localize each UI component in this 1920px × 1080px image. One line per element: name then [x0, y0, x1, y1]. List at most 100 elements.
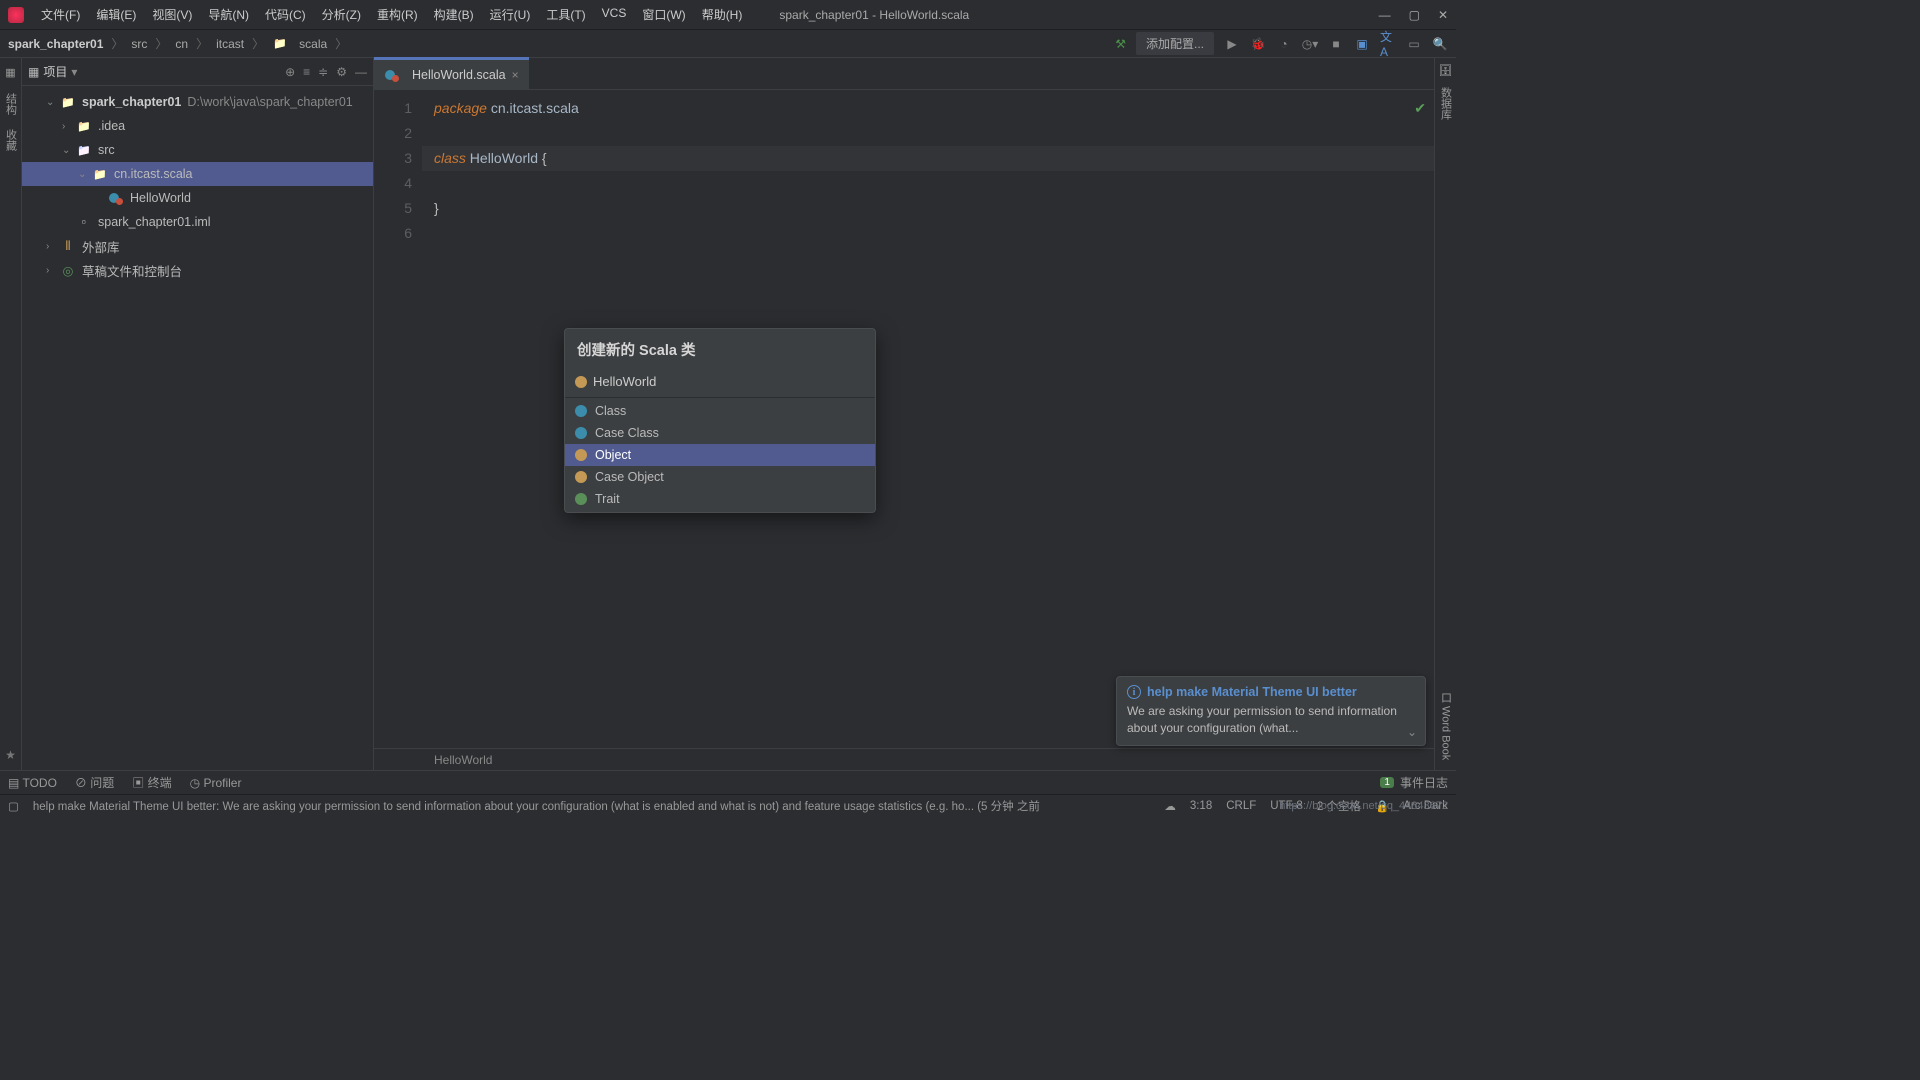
tree-file-helloworld[interactable]: HelloWorld	[22, 186, 373, 210]
hide-icon[interactable]: —	[355, 65, 367, 79]
object-icon	[575, 471, 587, 483]
chevron-right-icon[interactable]: ›	[46, 265, 58, 276]
menu-help[interactable]: 帮助(H)	[695, 2, 750, 27]
tree-item-label: 草稿文件和控制台	[82, 261, 182, 280]
tab-helloworld[interactable]: HelloWorld.scala ×	[374, 57, 529, 89]
class-name-input[interactable]	[593, 374, 865, 389]
crumb-src[interactable]: src	[131, 37, 147, 51]
layout-icon[interactable]: ▭	[1406, 36, 1422, 52]
tab-close-icon[interactable]: ×	[512, 68, 519, 82]
crumb-cn[interactable]: cn	[175, 37, 188, 51]
profile-icon[interactable]: ◷▾	[1302, 36, 1318, 52]
tree-external-libs[interactable]: › ⦀ 外部库	[22, 234, 373, 258]
problems-tool[interactable]: ⊘ 问题	[75, 774, 114, 791]
crumb-project[interactable]: spark_chapter01	[8, 37, 103, 51]
menu-navigate[interactable]: 导航(N)	[201, 2, 256, 27]
popup-item-label: Case Class	[595, 426, 659, 440]
notification[interactable]: i help make Material Theme UI better We …	[1116, 676, 1426, 746]
chevron-right-icon[interactable]: ›	[62, 121, 74, 132]
popup-item-case-object[interactable]: Case Object	[565, 466, 875, 488]
code-editor[interactable]: 1 2 3 4 5 6 package cn.itcast.scala clas…	[374, 90, 1434, 748]
popup-item-class[interactable]: Class	[565, 400, 875, 422]
wordbook-tool[interactable]: 口 Word Book	[1438, 692, 1454, 760]
tree-iml[interactable]: ▫ spark_chapter01.iml	[22, 210, 373, 234]
menu-run[interactable]: 运行(U)	[483, 2, 538, 27]
line-number: 2	[374, 121, 412, 146]
database-icon[interactable]: 🗄	[1439, 64, 1453, 77]
favorites-icon[interactable]: ★	[5, 748, 16, 762]
menu-tools[interactable]: 工具(T)	[539, 2, 592, 27]
menu-file[interactable]: 文件(F)	[34, 2, 87, 27]
project-tool-icon[interactable]: ▦	[5, 66, 15, 79]
cloud-icon[interactable]: ☁	[1164, 799, 1176, 813]
menu-refactor[interactable]: 重构(R)	[370, 2, 425, 27]
code-text: }	[434, 200, 439, 216]
build-icon[interactable]: ⚒	[1115, 37, 1126, 51]
tree-src[interactable]: ⌄ src	[22, 138, 373, 162]
tree-root-label: spark_chapter01	[82, 95, 181, 109]
popup-input-row	[565, 370, 875, 398]
minimize-icon[interactable]: —	[1379, 8, 1391, 22]
caret-position[interactable]: 3:18	[1190, 800, 1212, 812]
menu-view[interactable]: 视图(V)	[145, 2, 199, 27]
maximize-icon[interactable]: ▢	[1409, 8, 1420, 22]
menu-window[interactable]: 窗口(W)	[635, 2, 692, 27]
menu-build[interactable]: 构建(B)	[427, 2, 481, 27]
tree-scratches[interactable]: › ◎ 草稿文件和控制台	[22, 258, 373, 282]
project-icon: ▦	[28, 65, 39, 79]
menu-edit[interactable]: 编辑(E)	[89, 2, 143, 27]
chevron-right-icon[interactable]: ›	[46, 241, 58, 252]
search-icon[interactable]: 🔍	[1432, 36, 1448, 52]
close-icon[interactable]: ✕	[1438, 8, 1448, 22]
chevron-down-icon[interactable]: ⌄	[62, 145, 74, 156]
popup-item-case-class[interactable]: Case Class	[565, 422, 875, 444]
terminal-tool[interactable]: ▣ 终端	[132, 774, 171, 791]
menu-vcs[interactable]: VCS	[595, 2, 634, 27]
target-icon[interactable]: ⊕	[285, 65, 295, 79]
translate-icon[interactable]: 文A	[1380, 36, 1396, 52]
popup-item-object[interactable]: Object	[565, 444, 875, 466]
sidebar-title[interactable]: 项目	[43, 63, 67, 80]
object-icon	[575, 449, 587, 461]
line-separator[interactable]: CRLF	[1226, 800, 1256, 812]
notification-body: We are asking your permission to send in…	[1127, 703, 1399, 737]
profiler-tool[interactable]: ◷ Profiler	[190, 776, 242, 790]
expand-icon[interactable]: ≡	[303, 65, 310, 79]
crumb-itcast[interactable]: itcast	[216, 37, 244, 51]
chevron-down-icon[interactable]: ⌄	[78, 169, 90, 180]
scala-class-icon	[108, 191, 124, 205]
settings-icon[interactable]: ⚙	[336, 65, 347, 79]
status-icon[interactable]: ▢	[8, 799, 19, 813]
database-tool[interactable]: 数据库	[1438, 87, 1454, 120]
libs-icon: ⦀	[60, 239, 76, 254]
tree-root[interactable]: ⌄ spark_chapter01 D:\work\java\spark_cha…	[22, 90, 373, 114]
editor-crumb-item[interactable]: HelloWorld	[434, 753, 492, 767]
crumb-scala[interactable]: scala	[299, 37, 327, 51]
run-icon[interactable]: ▶	[1224, 36, 1240, 52]
event-badge: 1	[1380, 777, 1394, 788]
chevron-down-icon[interactable]: ⌄	[1407, 725, 1417, 739]
dropdown-icon[interactable]: ▾	[71, 65, 77, 79]
menu-code[interactable]: 代码(C)	[258, 2, 313, 27]
window-title: spark_chapter01 - HelloWorld.scala	[749, 8, 1378, 22]
todo-tool[interactable]: ▤ TODO	[8, 776, 57, 790]
bottom-tool-bar: ▤ TODO ⊘ 问题 ▣ 终端 ◷ Profiler 1 事件日志	[0, 770, 1456, 794]
favorites-tool[interactable]: 收藏	[3, 129, 19, 151]
coverage-icon[interactable]: ◔	[1276, 36, 1292, 52]
line-number: 6	[374, 221, 412, 246]
structure-tool[interactable]: 结构	[3, 93, 19, 115]
tree-item-label: spark_chapter01.iml	[98, 215, 211, 229]
update-icon[interactable]: ▣	[1354, 36, 1370, 52]
tree-package[interactable]: ⌄ cn.itcast.scala	[22, 162, 373, 186]
debug-icon[interactable]: 🐞	[1250, 36, 1266, 52]
collapse-icon[interactable]: ≑	[318, 65, 328, 79]
stop-icon[interactable]: ■	[1328, 36, 1344, 52]
event-log-tool[interactable]: 事件日志	[1400, 774, 1448, 791]
popup-item-trait[interactable]: Trait	[565, 488, 875, 510]
run-config-selector[interactable]: 添加配置...	[1136, 32, 1214, 55]
project-sidebar: ▦ 项目 ▾ ⊕ ≡ ≑ ⚙ — ⌄ spark_chapter01 D:\wo…	[22, 58, 374, 770]
menu-analyze[interactable]: 分析(Z)	[315, 2, 368, 27]
chevron-down-icon[interactable]: ⌄	[46, 97, 58, 108]
tree-idea[interactable]: › .idea	[22, 114, 373, 138]
inspection-ok-icon[interactable]: ✔	[1414, 96, 1426, 121]
